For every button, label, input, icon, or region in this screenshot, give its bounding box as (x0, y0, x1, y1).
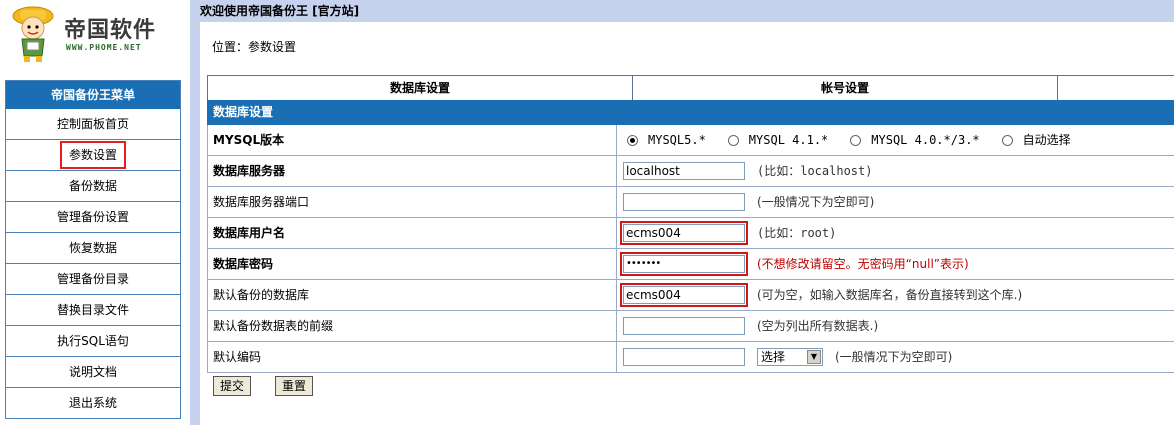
db-server-label: 数据库服务器 (208, 156, 617, 186)
db-user-input[interactable]: ecms004 (620, 221, 748, 245)
default-db-row: 默认备份的数据库 ecms004 (可为空，如输入数据库名，备份直接转到这个库.… (207, 280, 1174, 311)
db-server-input[interactable]: localhost (623, 162, 745, 180)
db-user-label: 数据库用户名 (208, 218, 617, 248)
menu-item-label: 替换目录文件 (56, 303, 129, 317)
default-db-hint: (可为空，如输入数据库名，备份直接转到这个库.) (757, 288, 1023, 302)
menu-item-restore[interactable]: 恢复数据 (6, 233, 180, 264)
menu-item-label: 备份数据 (68, 179, 117, 193)
welcome-text: 欢迎使用帝国备份王 [官方站] (200, 4, 360, 18)
radio-mysql41[interactable]: MYSQL 4.1.* (727, 125, 828, 155)
logo-brand-text: 帝国软件 (64, 18, 157, 43)
menu-item-label: 执行SQL语句 (57, 334, 129, 348)
menu-item-label: 控制面板首页 (56, 117, 129, 131)
charset-hint: (一般情况下为空即可) (835, 350, 953, 364)
charset-select[interactable]: 选择 ▼ (757, 348, 823, 366)
menu-title: 帝国备份王菜单 (6, 81, 180, 109)
menu-item-label: 说明文档 (68, 365, 117, 379)
main-frame: 欢迎使用帝国备份王 [官方站] 位置：参数设置 数据库设置 帐号设置 数据库设置… (200, 0, 1174, 425)
db-password-label: 数据库密码 (208, 249, 617, 279)
menu-item-label: 退出系统 (68, 396, 117, 410)
welcome-bar: 欢迎使用帝国备份王 [官方站] (200, 0, 1174, 22)
menu-item-label: 恢复数据 (68, 241, 117, 255)
menu-item-label: 管理备份目录 (56, 272, 129, 286)
mascot-icon (12, 6, 54, 62)
side-menu: 帝国备份王菜单 控制面板首页 参数设置 备份数据 管理备份设置 恢复数据 管理备… (5, 80, 181, 419)
left-frame: 帝国软件 WWW.PHOME.NET 帝国备份王菜单 控制面板首页 参数设置 备… (0, 0, 190, 425)
table-prefix-row: 默认备份数据表的前缀 (空为列出所有数据表.) (207, 311, 1174, 342)
db-password-row: 数据库密码 ••••••• (不想修改请留空。无密码用“null”表示) (207, 249, 1174, 280)
radio-mysql5[interactable]: MYSQL5.* (627, 125, 706, 155)
db-user-row: 数据库用户名 ecms004 (比如：root) (207, 218, 1174, 249)
settings-form: MYSQL版本 MYSQL5.* MYSQL 4.1.* MYSQL 4.0.*… (207, 125, 1174, 373)
table-prefix-input[interactable] (623, 317, 745, 335)
menu-item-label: 管理备份设置 (56, 210, 129, 224)
radio-auto[interactable]: 自动选择 (1001, 125, 1071, 155)
chevron-down-icon[interactable]: ▼ (807, 350, 821, 364)
mysql-version-label: MYSQL版本 (208, 125, 617, 155)
tab-database-settings[interactable]: 数据库设置 (208, 76, 633, 100)
menu-item-docs[interactable]: 说明文档 (6, 357, 180, 388)
db-password-input[interactable]: ••••••• (620, 252, 748, 276)
mysql-version-row: MYSQL版本 MYSQL5.* MYSQL 4.1.* MYSQL 4.0.*… (207, 125, 1174, 156)
reset-button[interactable]: 重置 (275, 376, 314, 396)
menu-item-settings[interactable]: 参数设置 (6, 140, 180, 171)
menu-item-manage-backup-dirs[interactable]: 管理备份目录 (6, 264, 180, 295)
logo: 帝国软件 WWW.PHOME.NET (6, 2, 186, 68)
charset-label: 默认编码 (208, 342, 617, 372)
table-prefix-hint: (空为列出所有数据表.) (757, 319, 879, 333)
radio-selected-icon[interactable] (627, 134, 638, 146)
submit-button[interactable]: 提交 (213, 376, 252, 396)
menu-item-label: 参数设置 (59, 141, 127, 169)
radio-icon[interactable] (850, 134, 862, 146)
db-server-hint: (比如：localhost) (757, 164, 873, 178)
menu-item-replace-files[interactable]: 替换目录文件 (6, 295, 180, 326)
radio-mysql40[interactable]: MYSQL 4.0.*/3.* (850, 125, 980, 155)
charset-row: 默认编码 选择 ▼ (一般情况下为空即可) (207, 342, 1174, 373)
default-db-label: 默认备份的数据库 (208, 280, 617, 310)
menu-item-exec-sql[interactable]: 执行SQL语句 (6, 326, 180, 357)
frame-divider (190, 0, 200, 425)
db-password-hint: (不想修改请留空。无密码用“null”表示) (757, 257, 969, 271)
charset-select-value: 选择 (761, 350, 786, 364)
logo-domain-text: WWW.PHOME.NET (66, 43, 142, 52)
menu-item-manage-backup-settings[interactable]: 管理备份设置 (6, 202, 180, 233)
mysql-version-radios: MYSQL5.* MYSQL 4.1.* MYSQL 4.0.*/3.* 自动选… (627, 125, 1093, 155)
section-title: 数据库设置 (207, 100, 1174, 125)
tab-account-settings[interactable]: 帐号设置 (633, 76, 1058, 100)
settings-tabs: 数据库设置 帐号设置 (207, 75, 1174, 101)
db-port-input[interactable] (623, 193, 745, 211)
radio-icon[interactable] (727, 134, 739, 146)
menu-item-dashboard[interactable]: 控制面板首页 (6, 109, 180, 140)
radio-icon[interactable] (1001, 134, 1013, 146)
menu-item-logout[interactable]: 退出系统 (6, 388, 180, 419)
breadcrumb: 位置：参数设置 (212, 40, 297, 54)
tab-extra[interactable] (1058, 76, 1174, 100)
menu-item-backup[interactable]: 备份数据 (6, 171, 180, 202)
table-prefix-label: 默认备份数据表的前缀 (208, 311, 617, 341)
db-user-hint: (比如：root) (757, 226, 837, 240)
default-db-input[interactable]: ecms004 (620, 283, 748, 307)
db-port-label: 数据库服务器端口 (208, 187, 617, 217)
db-server-row: 数据库服务器 localhost (比如：localhost) (207, 156, 1174, 187)
db-port-hint: (一般情况下为空即可) (757, 195, 875, 209)
form-buttons: 提交 重置 (213, 376, 314, 396)
charset-input[interactable] (623, 348, 745, 366)
db-port-row: 数据库服务器端口 (一般情况下为空即可) (207, 187, 1174, 218)
